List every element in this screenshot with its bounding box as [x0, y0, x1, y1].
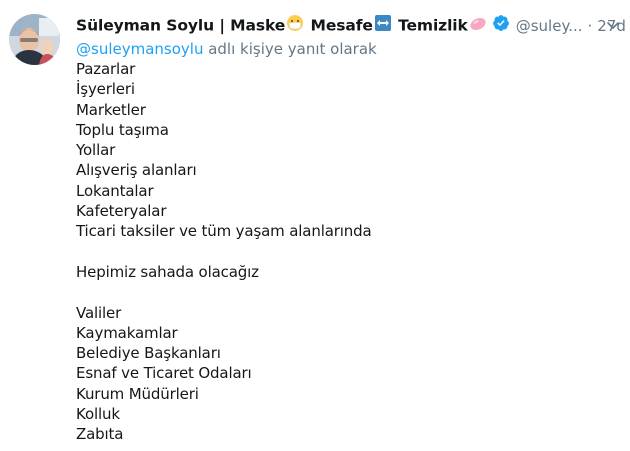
- soap-icon: [469, 14, 487, 38]
- text-line: Kaymakamlar: [76, 323, 178, 342]
- text-line: Esnaf ve Ticaret Odaları: [76, 364, 252, 383]
- text-line: Kolluk: [76, 405, 120, 424]
- separator-dot: ·: [587, 17, 593, 35]
- display-name-text: Süleyman Soylu | Maske: [76, 16, 286, 35]
- text-line: İşyerleri: [76, 80, 135, 99]
- tweet[interactable]: Süleyman Soylu | Maske Mesafe Temizlik @…: [0, 0, 630, 451]
- reply-mention-link[interactable]: @suleymansoylu: [76, 40, 203, 58]
- display-name[interactable]: Süleyman Soylu | Maske Mesafe Temizlik: [76, 14, 488, 38]
- text-line: Kafeteryalar: [76, 202, 167, 221]
- chevron-down-icon[interactable]: [606, 15, 620, 37]
- text-line: Yollar: [76, 141, 116, 160]
- text-line: Belediye Başkanları: [76, 344, 221, 363]
- text-line: Marketler: [76, 100, 146, 119]
- text-line: Valiler: [76, 303, 122, 322]
- mask-face-icon: [286, 14, 304, 38]
- avatar-image: [9, 14, 60, 65]
- text-line: Ticari taksiler ve tüm yaşam alanlarında: [76, 222, 372, 241]
- statement-line: Hepimiz sahada olacağız: [76, 262, 259, 281]
- left-right-arrow-icon: [374, 14, 392, 38]
- tweet-text: Pazarlar İşyerleri Marketler Toplu taşım…: [76, 59, 616, 445]
- text-line: Pazarlar: [76, 60, 136, 78]
- text-line: Alışveriş alanları: [76, 161, 197, 180]
- text-line: Toplu taşıma: [76, 120, 169, 139]
- reply-context-text: adlı kişiye yanıt olarak: [203, 40, 377, 58]
- verified-badge-icon: [492, 14, 510, 38]
- handle[interactable]: @suley...: [516, 15, 583, 37]
- text-line: Zabıta: [76, 425, 124, 444]
- text-line: Lokantalar: [76, 181, 154, 200]
- display-name-text-3: Temizlik: [392, 16, 468, 35]
- tweet-header: Süleyman Soylu | Maske Mesafe Temizlik @…: [76, 15, 626, 37]
- avatar[interactable]: [9, 14, 60, 65]
- text-line: Kurum Müdürleri: [76, 384, 199, 403]
- reply-context: @suleymansoylu adlı kişiye yanıt olarak: [76, 38, 377, 60]
- display-name-text-2: Mesafe: [305, 16, 373, 35]
